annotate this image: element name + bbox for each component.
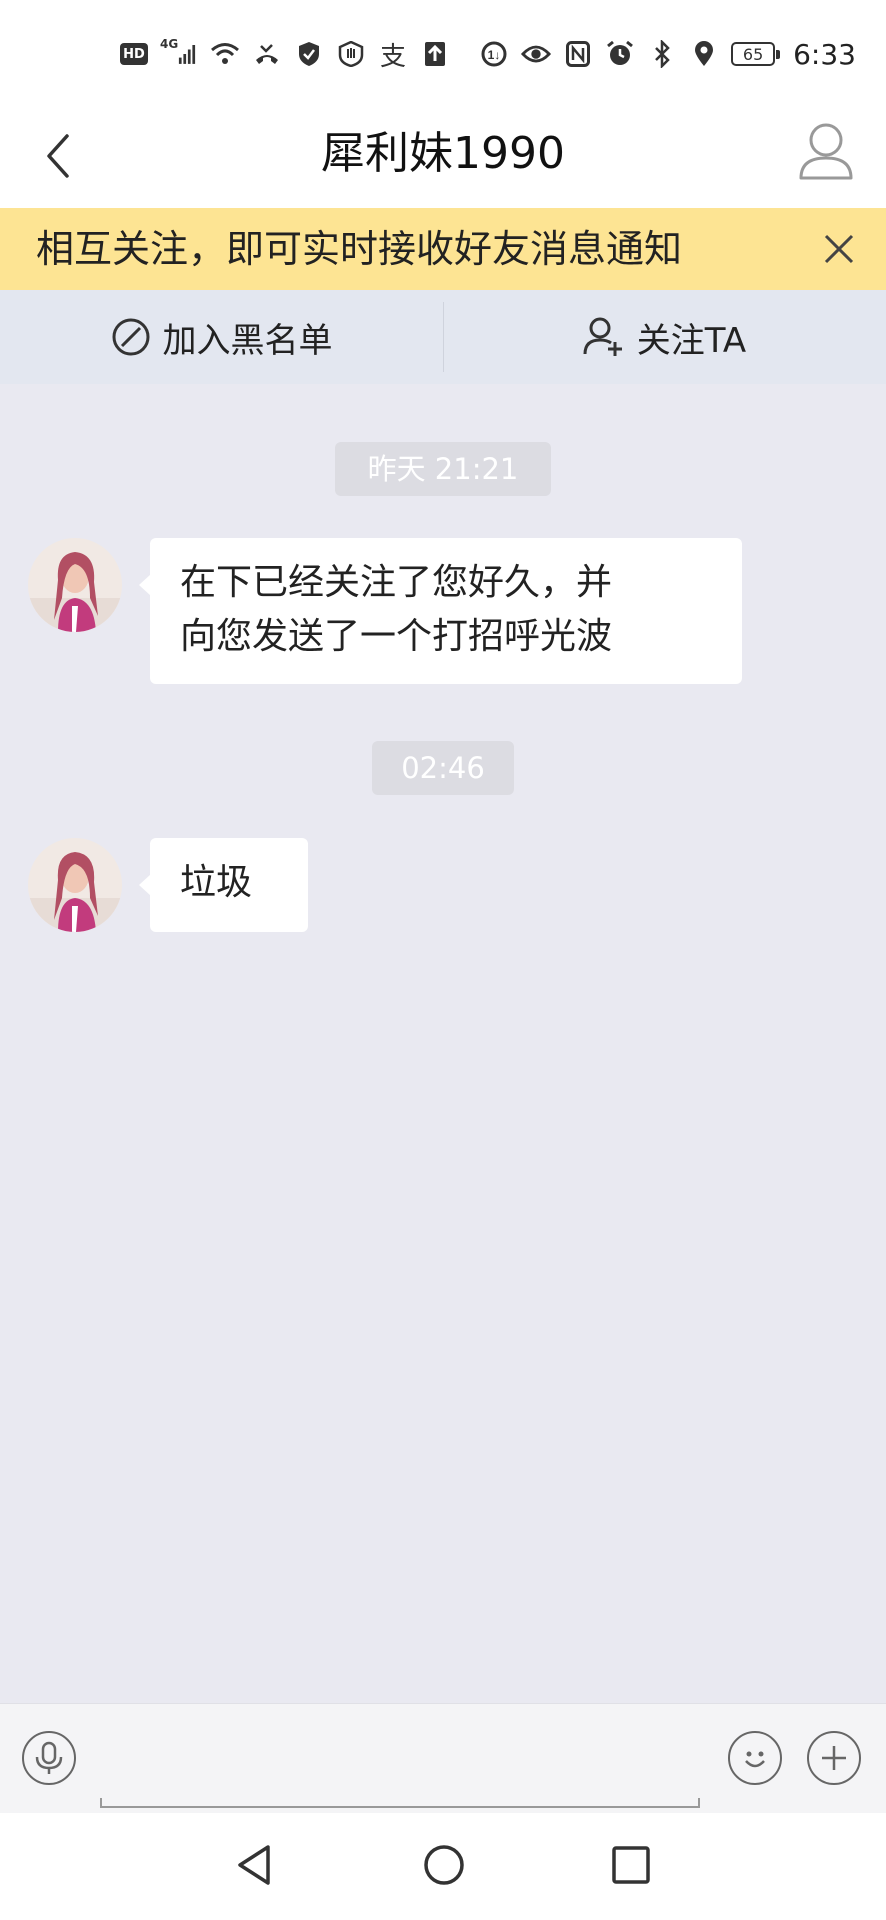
message-text-line: 在下已经关注了您好久，并 [180,562,613,603]
close-icon [824,234,854,264]
input-bar [0,1703,886,1814]
message-timestamp: 昨天 21:21 [335,442,551,496]
avatar[interactable] [28,838,122,932]
network-type-label: 4G [160,37,179,51]
svg-text:1↓: 1↓ [488,48,501,62]
follow-button[interactable]: 关注TA [443,290,886,384]
blacklist-label: 加入黑名单 [162,320,333,361]
triangle-back-icon [238,1845,270,1885]
nav-home-button[interactable] [414,1835,474,1895]
battery-icon: 65 [731,42,781,66]
nfc-icon [563,39,593,69]
status-bar: HD 4G 支 1↓ 65 6:33 [0,0,886,102]
data-saver-icon: 1↓ [479,39,509,69]
location-icon [689,39,719,69]
clock: 6:33 [793,37,856,71]
wifi-icon [210,39,240,69]
smiley-icon [745,1751,765,1768]
message-text: 垃圾 [180,862,253,903]
notice-close-button[interactable] [814,224,864,274]
microphone-icon [35,1741,63,1774]
plus-icon [822,1746,846,1770]
action-bar: 加入黑名单 关注TA [0,290,886,384]
message-bubble[interactable]: 在下已经关注了您好久，并 向您发送了一个打招呼光波 [139,538,742,684]
block-icon [112,318,149,356]
system-nav-bar [0,1813,886,1920]
signal-4g-icon: 4G [160,37,198,69]
circle-home-icon [424,1845,464,1885]
user-icon [799,123,853,180]
nav-recents-button[interactable] [601,1835,661,1895]
profile-button[interactable] [796,120,856,184]
shield-icon [294,39,324,69]
chat-header: 犀利妹1990 [0,102,886,208]
hd-badge: HD [120,43,148,65]
voice-button[interactable] [22,1731,76,1785]
page-title: 犀利妹1990 [321,128,565,179]
eye-icon [521,39,552,69]
status-left-icons: HD 4G 支 [120,34,450,74]
alarm-icon [605,39,635,69]
message-bubble[interactable]: 垃圾 [139,838,308,932]
more-button[interactable] [807,1731,861,1785]
upload-icon [420,39,450,69]
emoji-button[interactable] [728,1731,782,1785]
square-recents-icon [612,1846,650,1884]
status-right-icons: 1↓ 65 6:33 [479,34,856,74]
bluetooth-icon [647,39,677,69]
message-input[interactable] [100,1798,700,1808]
follow-label: 关注TA [636,320,747,361]
notice-text: 相互关注，即可实时接收好友消息通知 [36,227,683,271]
avatar[interactable] [28,538,122,632]
missed-call-icon [252,39,282,69]
message-timestamp: 02:46 [372,741,514,795]
follow-notice-banner: 相互关注，即可实时接收好友消息通知 [0,208,886,290]
nav-back-button[interactable] [224,1835,284,1895]
user-plus-icon [583,317,622,356]
message-text-line: 向您发送了一个打招呼光波 [180,616,613,657]
alipay-icon: 支 [379,41,406,72]
blacklist-button[interactable]: 加入黑名单 [0,290,443,384]
hand-icon [336,39,366,69]
